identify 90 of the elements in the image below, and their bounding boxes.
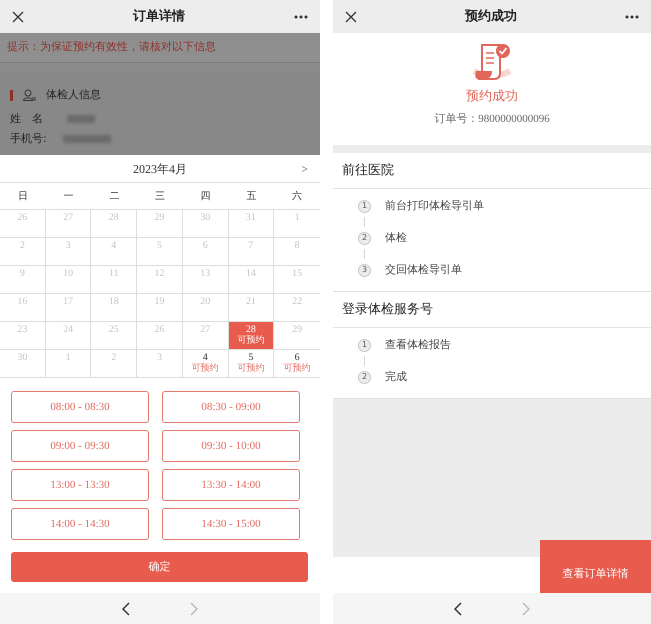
calendar-day: 22 [274,294,320,322]
calendar-month: 2023年4月 [133,160,187,178]
weekday-label: 日 [0,183,46,210]
time-slot-button[interactable]: 14:30 - 15:00 [162,508,300,540]
time-slot-button[interactable]: 09:00 - 09:30 [11,430,149,462]
calendar-day: 28 [91,210,138,238]
calendar-day: 17 [46,294,92,322]
calendar-day: 29 [137,210,183,238]
calendar-day: 26 [137,322,183,350]
time-slot-button[interactable]: 14:00 - 14:30 [11,508,149,540]
notice-text: 提示：为保证预约有效性，请核对以下信息 [0,33,320,63]
calendar-day: 30 [182,210,229,238]
page-title: 预约成功 [465,8,517,26]
step-label: 交回体检导引单 [385,262,462,278]
step-number: 2 [358,232,371,244]
order-details-button[interactable]: 查看订单详情 [540,540,651,593]
time-slot-button[interactable]: 09:30 - 10:00 [162,430,300,462]
calendar-day: 10 [46,266,92,294]
weekday-label: 一 [46,183,92,210]
calendar-day: 9 [0,266,46,294]
calendar-day: 15 [274,266,320,294]
order-label: 订单号： [434,112,478,124]
step-number: 2 [358,370,371,384]
calendar-day: 26 [0,210,46,238]
more-icon[interactable] [294,14,308,18]
weekday-label: 六 [274,183,320,210]
calendar-day: 19 [137,294,183,322]
calendar-day: 1 [46,350,92,378]
next-month-button[interactable]: > [301,160,308,178]
calendar-day: 20 [182,294,229,322]
person-icon [23,89,36,101]
calendar-day[interactable]: 6 可预约 [274,350,320,378]
weekday-label: 二 [91,183,138,210]
calendar-day: 23 [0,322,46,350]
time-slot-button[interactable]: 13:00 - 13:30 [11,469,149,501]
section-title: 前往医院 [333,153,651,189]
calendar-day: 2 [91,350,138,378]
calendar-day: 25 [91,322,138,350]
weekday-label: 五 [228,183,274,210]
step-label: 体检 [385,230,407,246]
confirm-button[interactable]: 确定 [11,552,308,582]
step-number: 3 [358,264,371,276]
redacted-value [67,115,95,123]
time-slot-button[interactable]: 08:30 - 09:00 [162,391,300,423]
step-label: 前台打印体检导引单 [385,198,484,214]
calendar-day: 13 [182,266,229,294]
calendar-day[interactable]: 4 可预约 [182,350,229,378]
calendar-day[interactable]: 5 可预约 [228,350,274,378]
section-title: 体检人信息 [46,86,101,103]
time-slot-button[interactable]: 08:00 - 08:30 [11,391,149,423]
back-icon[interactable] [122,602,130,616]
step-number: 1 [358,200,371,212]
calendar-day: 7 [228,238,274,266]
calendar-day: 3 [137,350,183,378]
time-slot-button[interactable]: 13:30 - 14:00 [162,469,300,501]
calendar-day[interactable]: 28 可预约 [228,322,274,350]
close-icon[interactable] [345,10,357,22]
field-label: 姓 名 [10,110,43,127]
redacted-value [62,135,111,143]
calendar-day: 31 [228,210,274,238]
success-title: 预约成功 [466,88,518,106]
back-icon[interactable] [454,602,462,616]
calendar-day: 8 [274,238,320,266]
calendar-day: 11 [91,266,138,294]
section-title: 登录体检服务号 [333,292,651,328]
calendar-day: 1 [274,210,320,238]
page-title: 订单详情 [133,8,185,26]
field-label: 手机号: [10,130,47,147]
order-number: 9800000000096 [478,112,550,124]
calendar-day: 29 [274,322,320,350]
calendar-day: 24 [46,322,92,350]
calendar-day: 6 [182,238,229,266]
more-icon[interactable] [625,14,639,18]
calendar-day: 16 [0,294,46,322]
calendar-day: 18 [91,294,138,322]
weekday-label: 三 [137,183,183,210]
step-label: 完成 [385,368,407,385]
step-number: 1 [358,338,371,352]
calendar-day: 12 [137,266,183,294]
calendar-day: 2 [0,238,46,266]
calendar-day: 3 [46,238,92,266]
weekday-label: 四 [182,183,229,210]
calendar-day: 14 [228,266,274,294]
close-icon[interactable] [12,10,24,22]
calendar-day: 4 [91,238,138,266]
calendar-day: 27 [46,210,92,238]
calendar-day: 30 [0,350,46,378]
section-marker-icon [10,90,13,100]
step-label: 查看体检报告 [385,336,451,353]
calendar-day: 5 [137,238,183,266]
